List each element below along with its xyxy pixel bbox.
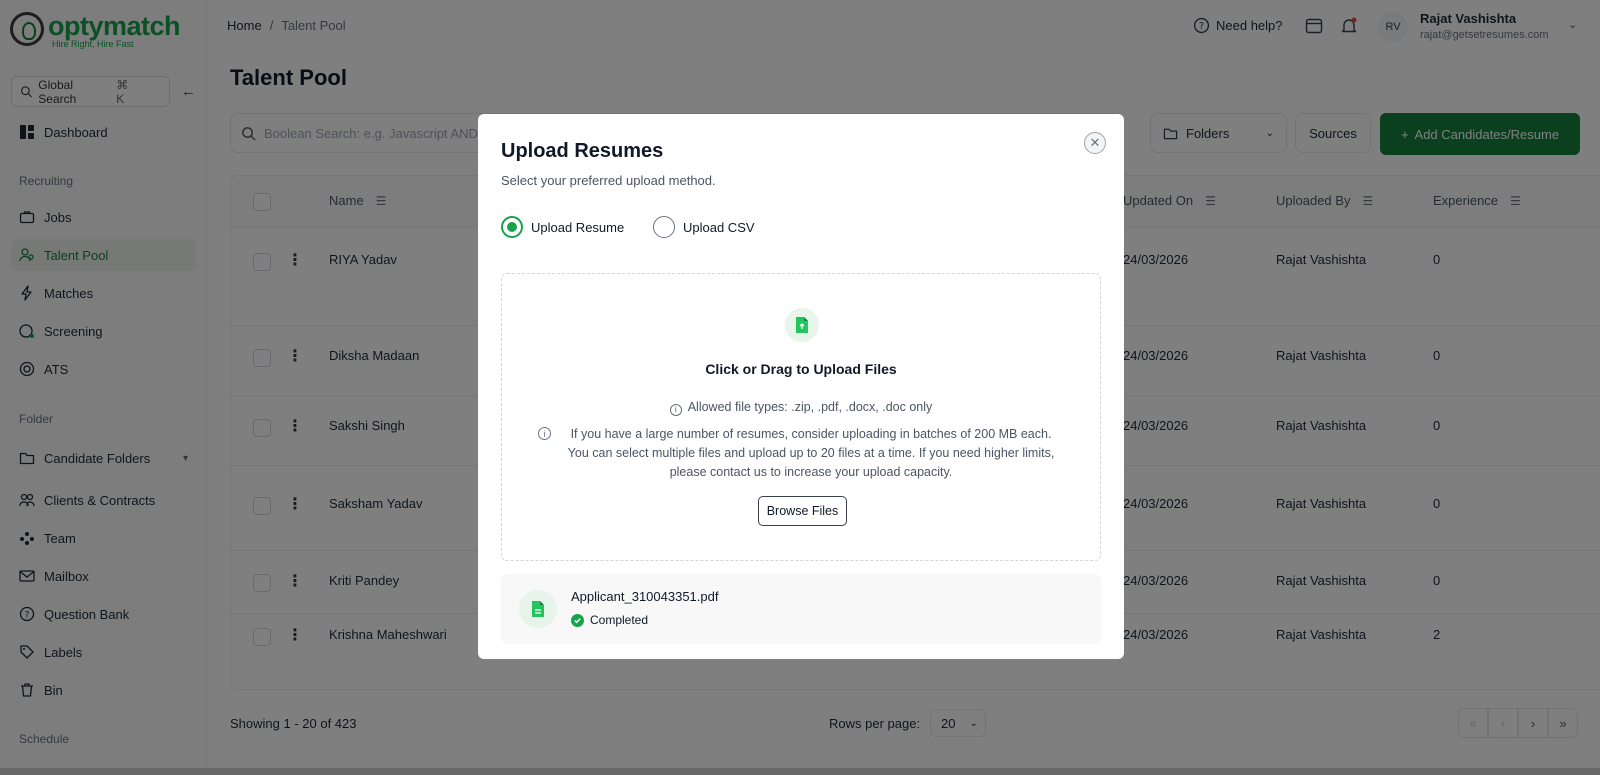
file-name: Applicant_310043351.pdf xyxy=(571,589,719,604)
upload-status: Completed xyxy=(571,613,648,627)
upload-status-label: Completed xyxy=(590,613,649,627)
file-dropzone[interactable]: Click or Drag to Upload Files i Allowed f… xyxy=(501,273,1101,561)
batch-upload-note: If you have a large number of resumes, c… xyxy=(567,427,1055,479)
dropzone-title: Click or Drag to Upload Files xyxy=(705,361,897,377)
info-icon: i xyxy=(669,404,682,416)
close-icon[interactable]: ✕ xyxy=(1084,132,1106,154)
upload-csv-radio[interactable]: Upload CSV xyxy=(653,216,755,238)
dialog-title: Upload Resumes xyxy=(501,140,664,162)
upload-csv-label: Upload CSV xyxy=(683,219,755,235)
check-circle-icon xyxy=(571,613,584,627)
info-icon: i xyxy=(538,427,551,440)
radio-indicator xyxy=(501,216,523,238)
dialog-subtitle: Select your preferred upload method. xyxy=(501,173,716,188)
upload-resume-label: Upload Resume xyxy=(531,219,625,235)
document-icon xyxy=(519,590,557,628)
upload-resume-radio[interactable]: Upload Resume xyxy=(501,216,624,238)
allowed-file-types: i Allowed file types: .zip, .pdf, .docx, … xyxy=(502,400,1100,416)
radio-indicator xyxy=(653,216,675,238)
upload-file-icon xyxy=(785,308,819,342)
upload-resumes-dialog: ✕ Upload Resumes Select your preferred u… xyxy=(478,114,1124,659)
allowed-file-types-text: Allowed file types: .zip, .pdf, .docx, .… xyxy=(687,400,933,414)
uploaded-file-item: Applicant_310043351.pdf Completed xyxy=(501,574,1101,644)
browse-files-button[interactable]: Browse Files xyxy=(758,496,847,526)
